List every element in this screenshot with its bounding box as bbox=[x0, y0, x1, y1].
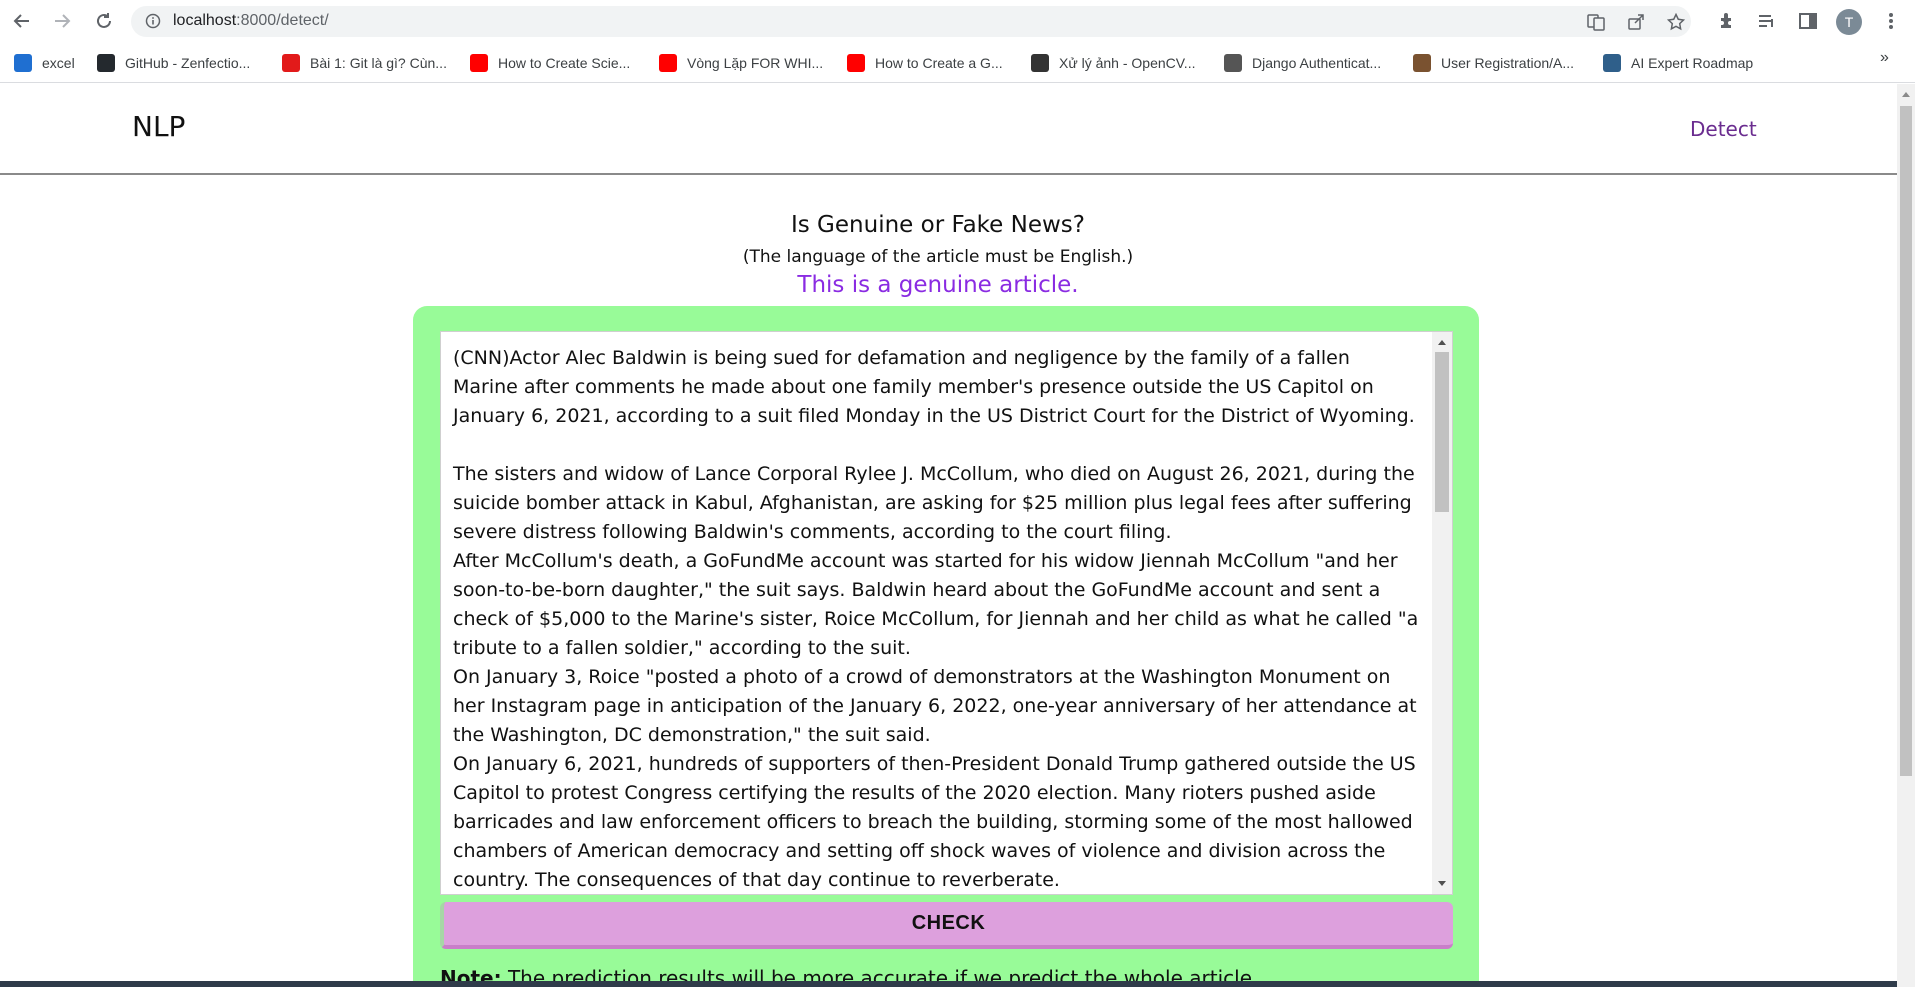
youtube-icon bbox=[659, 54, 677, 72]
nav-link-detect[interactable]: Detect bbox=[1690, 117, 1757, 141]
bookmark-star-icon[interactable] bbox=[1666, 12, 1686, 31]
scroll-up-arrow-icon[interactable] bbox=[1438, 340, 1446, 345]
bookmarks-bar: excel GitHub - Zenfectio... Bài 1: Git là … bbox=[0, 43, 1915, 83]
bookmark-label: Vòng Lặp FOR WHI... bbox=[687, 55, 824, 71]
bottom-edge bbox=[0, 981, 1897, 987]
extensions-icon[interactable] bbox=[1716, 10, 1738, 32]
side-panel-icon[interactable] bbox=[1797, 10, 1819, 32]
page-scrollbar[interactable] bbox=[1897, 84, 1915, 987]
bookmark-item[interactable]: How to Create Scie... bbox=[470, 53, 630, 73]
bookmark-item[interactable]: User Registration/A... bbox=[1413, 53, 1574, 73]
bookmark-item[interactable]: Xử lý ảnh - OpenCV... bbox=[1031, 53, 1195, 73]
translate-icon[interactable] bbox=[1587, 13, 1605, 31]
bookmark-label: How to Create Scie... bbox=[498, 55, 631, 71]
bookmark-label: GitHub - Zenfectio... bbox=[125, 55, 251, 71]
bookmark-item[interactable]: AI Expert Roadmap bbox=[1603, 53, 1753, 73]
bookmark-label: How to Create a G... bbox=[875, 55, 1003, 71]
article-textarea[interactable]: (CNN)Actor Alec Baldwin is being sued fo… bbox=[440, 331, 1453, 895]
more-bookmarks-icon[interactable]: » bbox=[1880, 49, 1889, 67]
bookmark-label: AI Expert Roadmap bbox=[1631, 55, 1754, 71]
textarea-scroll-thumb[interactable] bbox=[1435, 352, 1449, 512]
page-subtitle: (The language of the article must be Eng… bbox=[742, 247, 1134, 267]
opencv-icon bbox=[1031, 54, 1049, 72]
prediction-result: This is a genuine article. bbox=[797, 272, 1079, 298]
profile-icon bbox=[1413, 54, 1431, 72]
scroll-down-arrow-icon[interactable] bbox=[1438, 881, 1446, 886]
browser-toolbar: localhost:8000/detect/ T bbox=[0, 0, 1915, 43]
github-icon bbox=[97, 54, 115, 72]
bookmark-item[interactable]: Django Authenticat... bbox=[1224, 53, 1381, 73]
detect-form-panel: (CNN)Actor Alec Baldwin is being sued fo… bbox=[413, 306, 1479, 987]
youtube-icon bbox=[847, 54, 865, 72]
bookmark-item[interactable]: GitHub - Zenfectio... bbox=[97, 53, 250, 73]
trello-icon bbox=[14, 54, 32, 72]
globe-icon bbox=[1224, 54, 1242, 72]
amai-icon bbox=[1603, 54, 1621, 72]
check-button[interactable]: CHECK bbox=[440, 902, 1453, 949]
info-icon[interactable] bbox=[145, 13, 161, 29]
back-arrow-icon[interactable] bbox=[10, 9, 34, 33]
bookmark-label: Django Authenticat... bbox=[1252, 55, 1382, 71]
menu-kebab-icon[interactable] bbox=[1880, 10, 1902, 32]
bookmark-label: Xử lý ảnh - OpenCV... bbox=[1059, 55, 1196, 71]
textarea-scrollbar[interactable] bbox=[1432, 332, 1452, 894]
bookmark-label: User Registration/A... bbox=[1441, 55, 1575, 71]
web-page: NLP Detect Is Genuine or Fake News? (The… bbox=[0, 84, 1897, 987]
youtube-icon bbox=[470, 54, 488, 72]
article-text[interactable]: (CNN)Actor Alec Baldwin is being sued fo… bbox=[441, 332, 1431, 894]
address-bar[interactable]: localhost:8000/detect/ bbox=[131, 6, 1691, 37]
reload-icon[interactable] bbox=[92, 9, 116, 33]
site-navbar: NLP Detect bbox=[0, 84, 1897, 175]
bookmark-label: excel bbox=[42, 55, 75, 71]
page-scroll-up-icon[interactable] bbox=[1902, 92, 1910, 97]
media-queue-icon[interactable] bbox=[1756, 10, 1778, 32]
page-title: Is Genuine or Fake News? bbox=[790, 212, 1085, 238]
forward-arrow-icon[interactable] bbox=[50, 9, 74, 33]
share-icon[interactable] bbox=[1627, 13, 1645, 31]
bookmark-item[interactable]: How to Create a G... bbox=[847, 53, 1003, 73]
bookmark-item[interactable]: Bài 1: Git là gì? Cùn... bbox=[282, 53, 447, 73]
site-brand[interactable]: NLP bbox=[132, 110, 185, 143]
page-scroll-thumb[interactable] bbox=[1900, 106, 1912, 776]
bookmark-label: Bài 1: Git là gì? Cùn... bbox=[310, 55, 447, 71]
url-text: localhost:8000/detect/ bbox=[173, 12, 329, 29]
bookmark-item[interactable]: Vòng Lặp FOR WHI... bbox=[659, 53, 823, 73]
adobe-icon bbox=[282, 54, 300, 72]
profile-avatar[interactable]: T bbox=[1836, 9, 1862, 35]
bookmark-item[interactable]: excel bbox=[14, 53, 75, 73]
